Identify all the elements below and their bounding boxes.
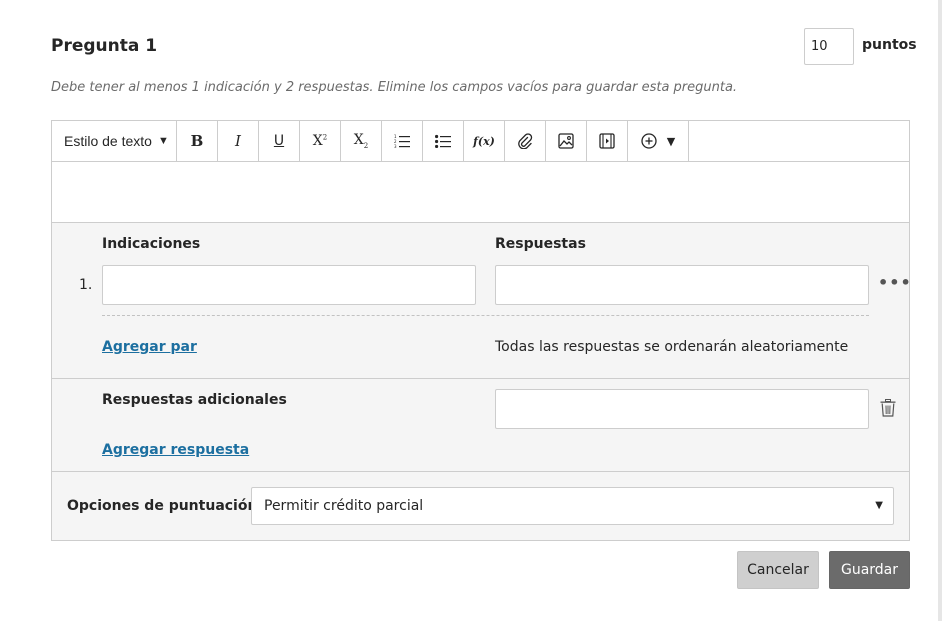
prompt-input[interactable]	[102, 265, 476, 305]
scoring-options-section: Opciones de puntuación Permitir crédito …	[51, 471, 910, 541]
rich-text-editor[interactable]: Estilo de texto ▼ B I U X2 X2 1 2 3 f(x)…	[51, 120, 910, 223]
image-button[interactable]	[546, 121, 587, 161]
additional-answer-input[interactable]	[495, 389, 869, 429]
editor-toolbar: Estilo de texto ▼ B I U X2 X2 1 2 3 f(x)…	[52, 121, 909, 162]
bullet-list-icon	[435, 134, 451, 148]
answer-input[interactable]	[495, 265, 869, 305]
chevron-down-icon: ▼	[666, 134, 676, 148]
paperclip-icon	[518, 133, 533, 149]
subscript-icon: X2	[353, 132, 369, 150]
divider	[102, 315, 869, 316]
video-icon	[599, 133, 615, 149]
validation-hint: Debe tener al menos 1 indicación y 2 res…	[51, 80, 738, 95]
video-button[interactable]	[587, 121, 628, 161]
plus-circle-icon	[641, 133, 657, 149]
italic-button[interactable]: I	[218, 121, 259, 161]
image-icon	[558, 133, 574, 149]
underline-button[interactable]: U	[259, 121, 300, 161]
scoring-options-select[interactable]: Permitir crédito parcial ▼	[251, 487, 894, 525]
prompts-header: Indicaciones	[102, 236, 201, 252]
text-style-label: Estilo de texto	[64, 133, 152, 149]
add-pair-link[interactable]: Agregar par	[102, 339, 197, 355]
matching-pairs-section: Indicaciones Respuestas 1. ••• Agregar p…	[51, 222, 912, 379]
additional-answers-section: Respuestas adicionales Agregar respuesta	[51, 378, 910, 472]
ordered-list-button[interactable]: 1 2 3	[382, 121, 423, 161]
bold-button[interactable]: B	[177, 121, 218, 161]
formula-icon: f(x)	[473, 134, 495, 148]
text-style-dropdown[interactable]: Estilo de texto ▼	[52, 121, 177, 161]
pair-number: 1.	[79, 277, 93, 293]
add-answer-link[interactable]: Agregar respuesta	[102, 442, 249, 458]
chevron-down-icon: ▼	[875, 500, 883, 511]
question-title: Pregunta 1	[51, 36, 158, 56]
cancel-button[interactable]: Cancelar	[737, 551, 819, 589]
insert-content-dropdown[interactable]: ▼	[628, 121, 689, 161]
answers-header: Respuestas	[495, 236, 586, 252]
bold-icon: B	[190, 132, 204, 150]
randomize-note: Todas las respuestas se ordenarán aleato…	[495, 339, 849, 355]
bullet-list-button[interactable]	[423, 121, 464, 161]
subscript-button[interactable]: X2	[341, 121, 382, 161]
superscript-button[interactable]: X2	[300, 121, 341, 161]
points-input[interactable]	[804, 28, 854, 65]
scoring-options-label: Opciones de puntuación	[67, 498, 258, 514]
points-label: puntos	[862, 37, 917, 53]
ordered-list-icon: 1 2 3	[394, 134, 410, 148]
svg-text:3: 3	[394, 144, 397, 148]
formula-button[interactable]: f(x)	[464, 121, 505, 161]
more-options-icon[interactable]: •••	[878, 273, 912, 292]
underline-icon: U	[273, 133, 285, 149]
superscript-icon: X2	[312, 133, 328, 149]
scrollbar-track[interactable]	[938, 0, 942, 621]
trash-icon[interactable]	[880, 399, 896, 417]
chevron-down-icon: ▼	[157, 135, 169, 147]
attachment-button[interactable]	[505, 121, 546, 161]
additional-answers-header: Respuestas adicionales	[102, 392, 287, 408]
italic-icon: I	[235, 132, 241, 150]
save-button[interactable]: Guardar	[829, 551, 910, 589]
scoring-selected-value: Permitir crédito parcial	[264, 498, 424, 514]
